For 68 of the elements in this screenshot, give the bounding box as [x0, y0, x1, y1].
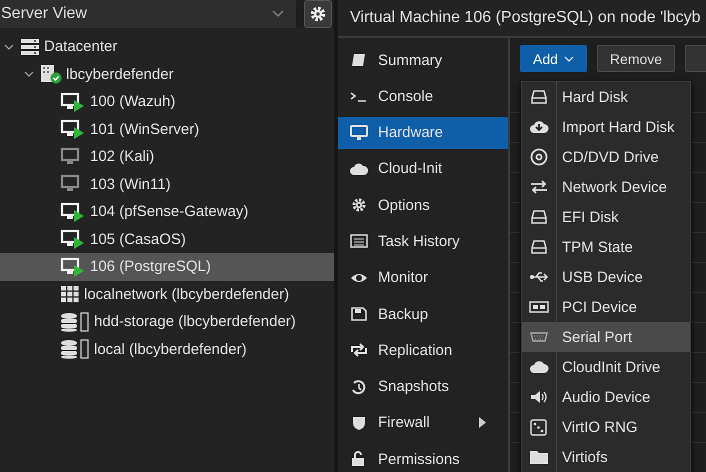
nav-item[interactable]: Console	[338, 80, 508, 112]
menu-item[interactable]: Virtiofs	[522, 442, 690, 472]
nav-item[interactable]: Snapshots	[338, 370, 508, 403]
swap-arrows-icon	[350, 342, 368, 358]
database-icon	[60, 339, 90, 360]
cloud-icon	[529, 358, 549, 376]
nav-item[interactable]: Monitor	[338, 262, 508, 294]
menu-item[interactable]: Hard Disk	[522, 82, 690, 112]
tree-item[interactable]: 106 (PostgreSQL)	[0, 253, 334, 280]
monitor-icon	[350, 124, 368, 141]
cloud-icon	[350, 160, 368, 177]
nav-item[interactable]: Backup	[338, 298, 508, 330]
menu-item[interactable]: EFI Disk	[522, 202, 690, 232]
gear-icon	[350, 197, 368, 214]
menu-item[interactable]: VirtIO RNG	[522, 412, 690, 442]
folder-icon	[529, 448, 549, 466]
drive-icon	[529, 238, 549, 256]
shield-icon	[350, 414, 368, 431]
nav-item[interactable]: Hardware	[338, 116, 508, 149]
tree-item[interactable]: Datacenter	[0, 33, 334, 60]
grid-icon	[60, 285, 80, 304]
tree-item[interactable]: 101 (WinServer)	[0, 116, 334, 143]
history-icon	[350, 378, 368, 395]
swap-arrows-icon	[529, 178, 549, 196]
chevron-down-icon	[272, 10, 284, 18]
tree-item[interactable]: 104 (pfSense-Gateway)	[0, 198, 334, 226]
menu-item[interactable]: Import Hard Disk	[522, 112, 690, 142]
tree-item[interactable]: 100 (Wazuh)	[0, 88, 334, 116]
dice-icon	[529, 418, 549, 436]
chevron-icon[interactable]	[24, 70, 34, 78]
drive-icon	[529, 208, 549, 226]
menu-item[interactable]: USB Device	[522, 262, 690, 292]
nav-item[interactable]: Permissions	[338, 443, 508, 472]
add-dropdown-button[interactable]: Add	[520, 45, 587, 72]
settings-icon	[310, 6, 326, 22]
database-icon	[60, 312, 90, 332]
nav-item[interactable]: Replication	[338, 334, 508, 366]
disc-icon	[529, 148, 549, 166]
menu-item[interactable]: Audio Device	[522, 382, 690, 412]
drive-icon	[529, 88, 549, 106]
nav-item[interactable]: Summary	[338, 44, 508, 76]
tree-item[interactable]: 105 (CasaOS)	[0, 226, 334, 253]
menu-item[interactable]: CloudInit Drive	[522, 352, 690, 382]
menu-item[interactable]: CD/DVD Drive	[522, 142, 690, 172]
tree-item[interactable]: 102 (Kali)	[0, 143, 334, 170]
list-icon	[350, 233, 368, 250]
menu-item[interactable]: PCI Device	[522, 292, 690, 322]
server-rack-icon	[20, 38, 40, 56]
chevron-down-icon	[564, 56, 574, 62]
tree-item[interactable]: 103 (Win11)	[0, 170, 334, 198]
tree-item[interactable]: local (lbcyberdefender)	[0, 336, 334, 363]
toolbar-button[interactable]: Remove	[596, 45, 676, 72]
tree-item[interactable]: localnetwork (lbcyberdefender)	[0, 280, 334, 308]
menu-item[interactable]: TPM State	[522, 232, 690, 262]
node-check-icon	[40, 64, 62, 84]
tree-item[interactable]: lbcyberdefender	[0, 60, 334, 88]
menu-item[interactable]: Serial Port	[522, 322, 690, 352]
menu-item[interactable]: Network Device	[522, 172, 690, 202]
nav-item[interactable]: Firewall	[338, 406, 508, 439]
settings-button[interactable]	[304, 0, 332, 28]
tree-item[interactable]: hdd-storage (lbcyberdefender)	[0, 308, 334, 336]
view-dropdown[interactable]: Server View	[0, 0, 296, 28]
nav-item[interactable]: Cloud-Init	[338, 152, 508, 185]
cloud-download-icon	[529, 118, 549, 136]
nav-item[interactable]: Options	[338, 189, 508, 222]
nav-item[interactable]: Task History	[338, 225, 508, 258]
chevron-icon[interactable]	[4, 42, 14, 51]
speaker-icon	[529, 388, 549, 406]
